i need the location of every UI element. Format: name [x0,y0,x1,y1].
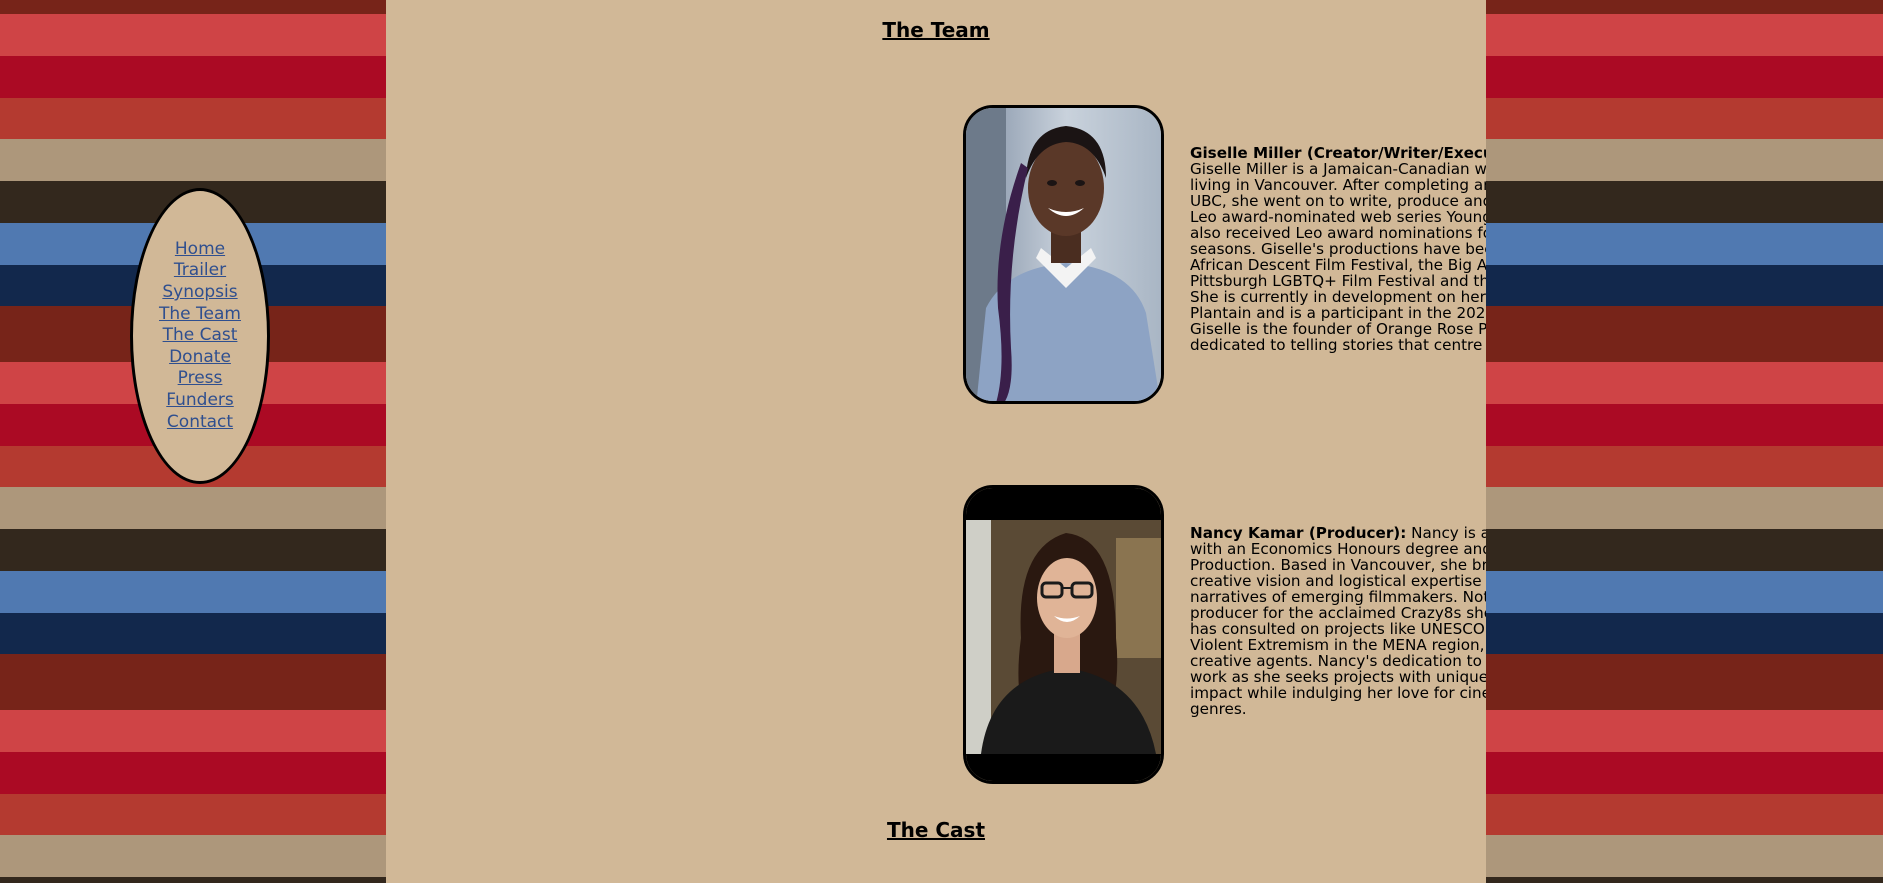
cast-heading: The Cast [886,818,986,842]
person-photo-icon [966,108,1161,401]
nav-link-trailer[interactable]: Trailer [174,260,226,282]
nancy-photo [963,485,1164,784]
person-photo-icon [966,488,1161,781]
giselle-bio-text: Giselle Miller is a Jamaican-Canadian wr… [1190,160,1486,354]
site-navigation: Home Trailer Synopsis The Team The Cast … [130,188,270,484]
nav-link-home[interactable]: Home [175,239,225,261]
main-content: The Team Giselle Miller (Creator/Writer/… [386,0,1486,883]
nav-link-contact[interactable]: Contact [167,412,233,434]
nav-link-the-team[interactable]: The Team [159,304,241,326]
nav-link-synopsis[interactable]: Synopsis [162,282,237,304]
nav-link-the-cast[interactable]: The Cast [163,325,238,347]
nav-link-donate[interactable]: Donate [169,347,231,369]
team-heading: The Team [882,18,990,42]
nav-link-press[interactable]: Press [178,368,223,390]
giselle-photo [963,105,1164,404]
nancy-bio-text: Nancy is a Lebanese-Canadian producer wi… [1190,524,1486,718]
nancy-bio: Nancy Kamar (Producer): Nancy is a Leban… [1190,525,1486,717]
giselle-bio: Giselle Miller (Creator/Writer/Executive… [1190,145,1486,353]
nav-link-funders[interactable]: Funders [166,390,234,412]
